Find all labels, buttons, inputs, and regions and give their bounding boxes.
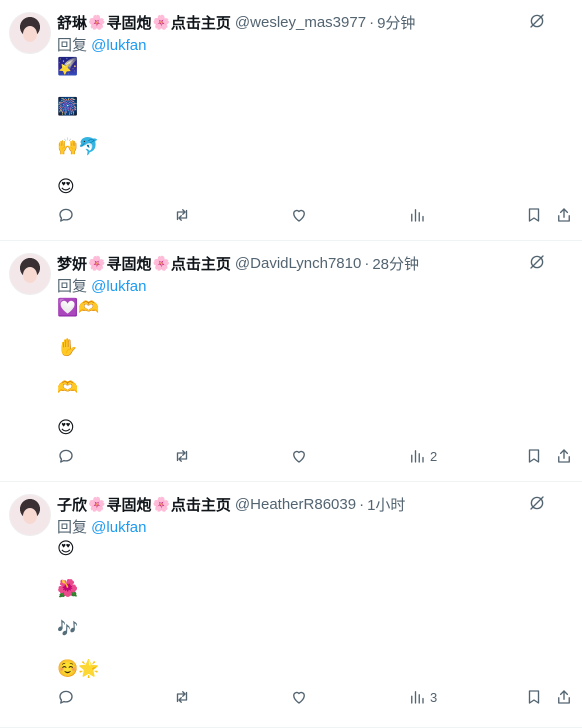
- replying-to: 回复 @lukfan: [57, 516, 146, 537]
- mention-link[interactable]: @lukfan: [91, 519, 146, 536]
- tweet-text-line: 😍: [57, 539, 75, 558]
- action-bar: 3: [57, 688, 577, 710]
- user-handle[interactable]: @DavidLynch7810: [235, 255, 361, 272]
- avatar[interactable]: [9, 253, 51, 295]
- tweet-text-line: 😍: [57, 177, 75, 196]
- tweet-text-line: 🎆: [57, 97, 79, 116]
- tweet-text-line: ☺️🌟: [57, 659, 100, 678]
- blossom-emoji: 🌸: [152, 495, 170, 512]
- share-icon: [558, 208, 570, 222]
- avatar[interactable]: [9, 12, 51, 54]
- grok-slash-icon[interactable]: [528, 12, 546, 30]
- reply-prefix: 回复: [57, 37, 92, 54]
- tweet-text-line: ✋: [57, 338, 79, 357]
- views-count: 2: [430, 448, 438, 464]
- tweet-text-line: 🫶: [57, 378, 79, 397]
- views-count: 3: [430, 689, 438, 705]
- display-name-suffix-1[interactable]: 寻固炮: [106, 253, 151, 274]
- retweet-button[interactable]: [173, 206, 191, 224]
- timestamp[interactable]: 9分钟: [377, 12, 415, 33]
- reply-button[interactable]: [57, 206, 75, 224]
- tweet-header: 梦妍 🌸 寻固炮 🌸 点击主页 @DavidLynch7810 · 28分钟: [57, 252, 517, 274]
- display-name-suffix-1[interactable]: 寻固炮: [106, 12, 151, 33]
- share-icon: [558, 690, 570, 704]
- tweet-text-line: 😍: [57, 418, 75, 437]
- timestamp[interactable]: 1小时: [367, 494, 405, 515]
- display-name-suffix-1[interactable]: 寻固炮: [106, 494, 151, 515]
- mention-link[interactable]: @lukfan: [91, 37, 146, 54]
- tweet-text-line: 🙌🐬: [57, 137, 100, 156]
- blossom-emoji: 🌸: [152, 13, 170, 30]
- share-button[interactable]: [555, 206, 573, 224]
- share-button[interactable]: [555, 447, 573, 465]
- grok-slash-icon[interactable]: [528, 494, 546, 512]
- reply-feed: 舒琳 🌸 寻固炮 🌸 点击主页 @wesley_mas3977 · 9分钟 回复…: [0, 0, 582, 728]
- tweet-text-line: 🌠: [57, 57, 79, 76]
- bookmark-icon: [528, 208, 540, 222]
- avatar[interactable]: [9, 494, 51, 536]
- like-button[interactable]: [290, 447, 308, 465]
- reply-icon: [59, 690, 73, 704]
- tweet-text-line: 💟🫶: [57, 298, 100, 317]
- timestamp[interactable]: 28分钟: [372, 253, 419, 274]
- bookmark-icon: [528, 690, 540, 704]
- views-icon: [411, 450, 424, 463]
- tweet[interactable]: 舒琳 🌸 寻固炮 🌸 点击主页 @wesley_mas3977 · 9分钟 回复…: [0, 0, 582, 241]
- retweet-icon: [176, 209, 188, 221]
- display-name-suffix-2[interactable]: 点击主页: [171, 253, 231, 274]
- blossom-emoji: 🌸: [152, 254, 170, 271]
- like-button[interactable]: [290, 688, 308, 706]
- separator-dot: ·: [369, 13, 375, 31]
- display-name[interactable]: 梦妍: [57, 253, 87, 274]
- tweet[interactable]: 梦妍 🌸 寻固炮 🌸 点击主页 @DavidLynch7810 · 28分钟 回…: [0, 241, 582, 482]
- bookmark-button[interactable]: [525, 688, 543, 706]
- blossom-emoji: 🌸: [88, 495, 106, 512]
- separator-dot: ·: [364, 254, 370, 272]
- user-handle[interactable]: @wesley_mas3977: [235, 14, 366, 31]
- reply-button[interactable]: [57, 688, 75, 706]
- views-button[interactable]: 2: [408, 447, 437, 465]
- share-button[interactable]: [555, 688, 573, 706]
- bookmark-button[interactable]: [525, 206, 543, 224]
- tweet-text-line: 🎶: [57, 619, 79, 638]
- mention-link[interactable]: @lukfan: [91, 278, 146, 295]
- share-icon: [558, 449, 570, 463]
- tweet[interactable]: 子欣 🌸 寻固炮 🌸 点击主页 @HeatherR86039 · 1小时 回复 …: [0, 482, 582, 728]
- retweet-button[interactable]: [173, 447, 191, 465]
- display-name[interactable]: 舒琳: [57, 12, 87, 33]
- replying-to: 回复 @lukfan: [57, 275, 146, 296]
- reply-icon: [59, 449, 73, 463]
- retweet-icon: [176, 450, 188, 462]
- action-bar: [57, 206, 577, 228]
- display-name-suffix-2[interactable]: 点击主页: [171, 12, 231, 33]
- reply-icon: [59, 208, 73, 222]
- reply-button[interactable]: [57, 447, 75, 465]
- tweet-header: 子欣 🌸 寻固炮 🌸 点击主页 @HeatherR86039 · 1小时: [57, 493, 517, 515]
- retweet-button[interactable]: [173, 688, 191, 706]
- user-handle[interactable]: @HeatherR86039: [235, 496, 356, 513]
- views-button[interactable]: 3: [408, 688, 437, 706]
- action-bar: 2: [57, 447, 577, 469]
- views-icon: [411, 691, 424, 704]
- reply-prefix: 回复: [57, 278, 92, 295]
- blossom-emoji: 🌸: [88, 13, 106, 30]
- heart-icon: [293, 450, 305, 463]
- display-name-suffix-2[interactable]: 点击主页: [171, 494, 231, 515]
- blossom-emoji: 🌸: [88, 254, 106, 271]
- bookmark-button[interactable]: [525, 447, 543, 465]
- tweet-text-line: 🌺: [57, 579, 79, 598]
- heart-icon: [293, 209, 305, 222]
- bookmark-icon: [528, 449, 540, 463]
- heart-icon: [293, 691, 305, 704]
- replying-to: 回复 @lukfan: [57, 34, 146, 55]
- display-name[interactable]: 子欣: [57, 494, 87, 515]
- retweet-icon: [176, 691, 188, 703]
- reply-prefix: 回复: [57, 519, 92, 536]
- like-button[interactable]: [290, 206, 308, 224]
- views-button[interactable]: [408, 206, 430, 224]
- views-icon: [411, 209, 424, 222]
- tweet-header: 舒琳 🌸 寻固炮 🌸 点击主页 @wesley_mas3977 · 9分钟: [57, 11, 517, 33]
- separator-dot: ·: [359, 495, 365, 513]
- grok-slash-icon[interactable]: [528, 253, 546, 271]
